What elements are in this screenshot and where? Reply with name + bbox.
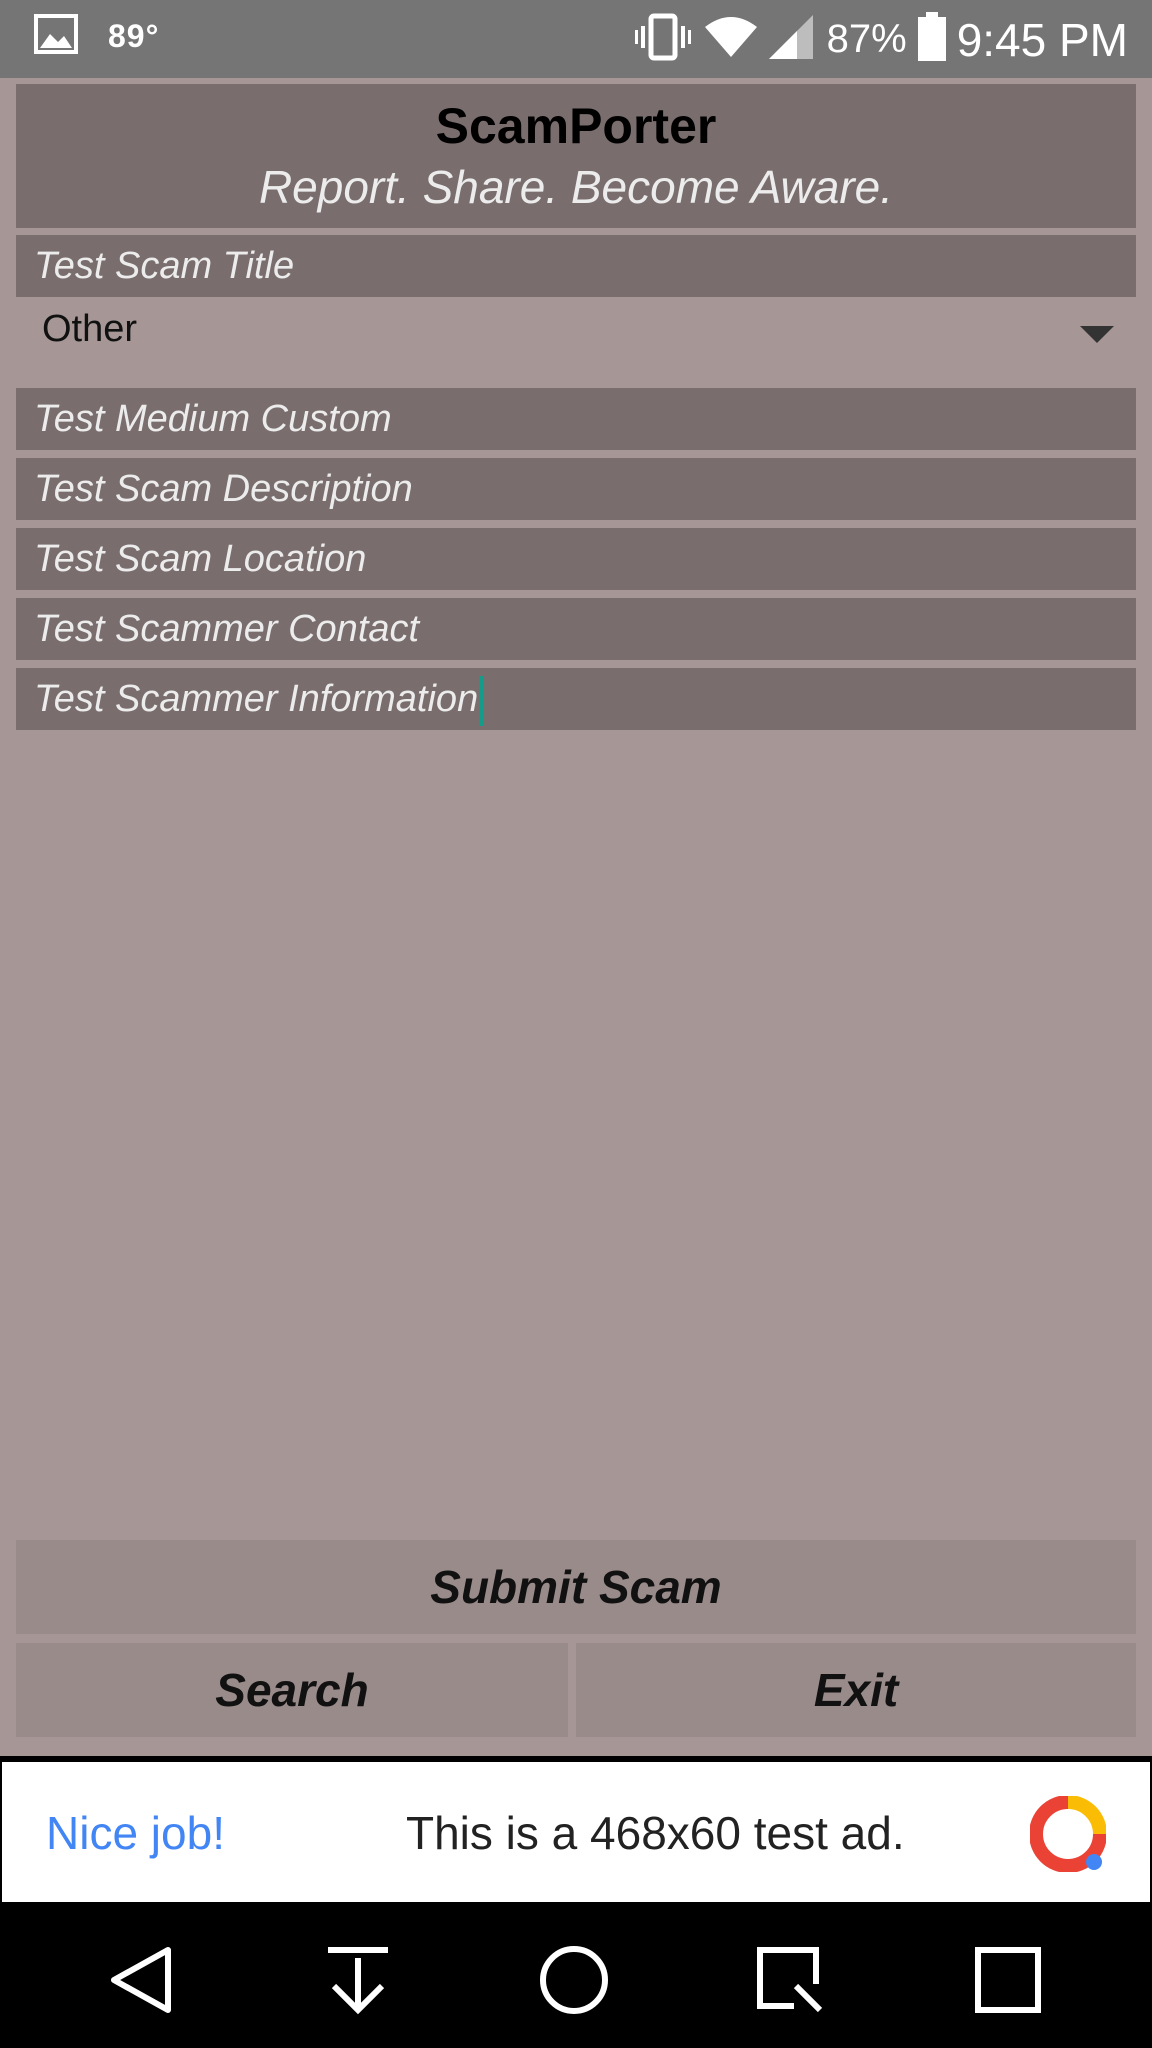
recents-icon[interactable] [972,1944,1044,2021]
scammer-contact-field[interactable]: Test Scammer Contact [16,598,1136,660]
admob-logo-icon [1029,1795,1107,1877]
text-cursor [479,675,485,726]
navigation-bar [0,1906,1152,2048]
gallery-icon [34,14,78,59]
scam-description-field[interactable]: Test Scam Description [16,458,1136,520]
medium-custom-field[interactable]: Test Medium Custom [16,388,1136,450]
medium-dropdown[interactable]: Other [16,294,1136,374]
ad-content[interactable]: Nice job! This is a 468x60 test ad. [2,1762,1150,1902]
screenshot-icon[interactable] [754,1944,826,2021]
scam-title-field[interactable]: Test Scam Title [16,235,1136,297]
ad-banner[interactable]: Nice job! This is a 468x60 test ad. [0,1756,1152,1906]
battery-percent: 87% [826,17,907,61]
battery-icon [917,12,947,67]
app-header: ScamPorter Report. Share. Become Aware. [16,84,1136,228]
wifi-icon [703,15,759,64]
scammer-information-text: Test Scammer Information [34,678,479,720]
vibrate-icon [633,12,693,67]
signal-icon [767,13,817,66]
clock: 9:45 PM [956,13,1128,66]
submit-scam-button[interactable]: Submit Scam [16,1540,1136,1634]
home-icon[interactable] [538,1944,610,2021]
exit-button[interactable]: Exit [576,1643,1136,1737]
status-bar: 89° 87% 9:45 PM [0,0,1152,78]
medium-dropdown-value: Other [42,308,138,350]
ad-nice-job-label: Nice job! [46,1807,225,1859]
dropdown-arrow-icon [1080,326,1114,349]
app-content: ScamPorter Report. Share. Become Aware. … [0,78,1152,1756]
download-icon[interactable] [322,1944,394,2021]
back-icon[interactable] [106,1944,178,2021]
app-title: ScamPorter [435,98,717,154]
app-subtitle: Report. Share. Become Aware. [258,161,894,213]
temperature: 89° [108,18,160,54]
ad-text: This is a 468x60 test ad. [406,1807,905,1859]
scammer-information-field[interactable]: Test Scammer Information [16,668,1136,730]
search-button[interactable]: Search [16,1643,568,1737]
scam-location-field[interactable]: Test Scam Location [16,528,1136,590]
